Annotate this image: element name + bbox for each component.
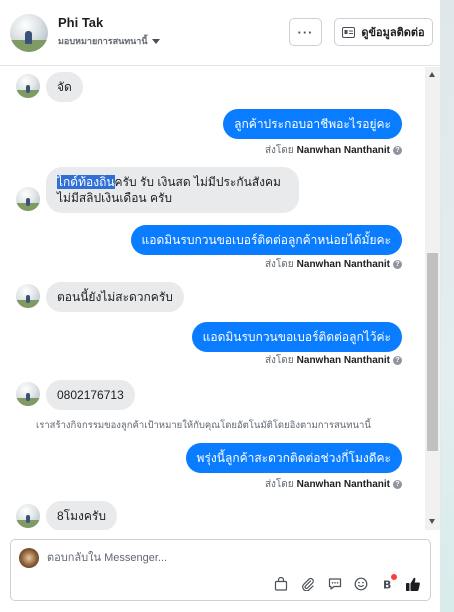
thumbs-up-icon[interactable] <box>405 576 421 592</box>
scroll-down-arrow-icon[interactable] <box>429 519 435 524</box>
message-thread: จัด ลูกค้าประกอบอาชีพอะไรอยู่คะ ส่งโดย N… <box>0 67 425 530</box>
message-scrollbar[interactable] <box>425 67 440 530</box>
sent-by-line: ส่งโดย Nanwhan Nanthanit ? <box>265 477 402 492</box>
sent-by-name: Nanwhan Nanthanit <box>296 145 390 156</box>
saved-reply-icon[interactable] <box>327 576 343 592</box>
incoming-message[interactable]: จัด <box>46 72 83 102</box>
more-options-button[interactable]: ··· <box>289 18 322 46</box>
details-label: ดูข้อมูลติดต่อ <box>361 27 425 39</box>
incoming-message[interactable]: 0802176713 <box>46 380 135 410</box>
outgoing-message[interactable]: พรุ่งนี้ลูกค้าสะดวกติดต่อช่วงกี่โมงดีคะ <box>185 443 402 473</box>
contact-card-icon <box>342 26 356 38</box>
outgoing-message[interactable]: ลูกค้าประกอบอาชีพอะไรอยู่คะ <box>223 109 402 139</box>
message-text: ครับ รับ เงินสด ไม่มีประกันสังคม <box>114 175 281 189</box>
view-contact-details-button[interactable]: ดูข้อมูลติดต่อ <box>334 18 433 46</box>
outgoing-message[interactable]: แอดมินรบกวนขอเบอร์ติดต่อลูกค้าหน่อยได้มั… <box>130 225 402 255</box>
scrollbar-thumb[interactable] <box>427 253 438 451</box>
reply-composer: B <box>10 539 431 601</box>
contact-avatar[interactable] <box>10 14 48 52</box>
sent-by-line: ส่งโดย Nanwhan Nanthanit ? <box>265 257 402 272</box>
reply-input[interactable] <box>47 550 407 566</box>
assign-conversation-dropdown[interactable]: มอบหมายการสนทนานี้ <box>58 34 160 48</box>
assign-label: มอบหมายการสนทนานี้ <box>58 36 148 46</box>
system-notice: เราสร้างกิจกรรมของลูกค้าเป้าหมายให้กับคุ… <box>36 420 371 431</box>
sent-by-line: ส่งโดย Nanwhan Nanthanit ? <box>265 143 402 158</box>
notification-dot <box>391 574 397 580</box>
paperclip-icon[interactable] <box>300 576 316 592</box>
crypto-icon[interactable]: B <box>379 574 397 592</box>
conversation-header: Phi Tak มอบหมายการสนทนานี้ ··· ดูข้อมูลต… <box>0 0 440 66</box>
sent-by-name: Nanwhan Nanthanit <box>296 479 390 490</box>
sender-avatar <box>16 382 40 406</box>
help-icon[interactable]: ? <box>393 480 402 489</box>
incoming-message[interactable]: ไกด์ท้องถิ่นครับ รับ เงินสด ไม่มีประกันส… <box>46 167 299 213</box>
scroll-up-arrow-icon[interactable] <box>429 72 435 77</box>
sent-by-name: Nanwhan Nanthanit <box>296 259 390 270</box>
page-background-edge <box>440 0 454 612</box>
help-icon[interactable]: ? <box>393 260 402 269</box>
sender-avatar <box>16 284 40 308</box>
sent-by-label: ส่งโดย <box>264 145 294 156</box>
help-icon[interactable]: ? <box>393 356 402 365</box>
conversation-panel: Phi Tak มอบหมายการสนทนานี้ ··· ดูข้อมูลต… <box>0 0 440 612</box>
sent-by-label: ส่งโดย <box>264 479 294 490</box>
message-text-line2: ไม่มีสลิปเงินเดือน ครับ <box>57 191 173 205</box>
caret-down-icon <box>151 38 160 44</box>
agent-avatar <box>19 548 39 568</box>
incoming-message[interactable]: ตอนนี้ยังไม่สะดวกครับ <box>46 282 184 312</box>
sender-avatar <box>16 187 40 211</box>
sent-by-line: ส่งโดย Nanwhan Nanthanit ? <box>265 353 402 368</box>
incoming-message[interactable]: 8โมงครับ <box>46 501 117 530</box>
selected-text: ไกด์ท้องถิ่น <box>57 175 115 189</box>
svg-text:B: B <box>383 579 391 592</box>
shopping-bag-icon[interactable] <box>273 576 289 592</box>
sender-avatar <box>16 74 40 98</box>
sent-by-label: ส่งโดย <box>264 259 294 270</box>
sender-avatar <box>16 504 40 528</box>
emoji-icon[interactable] <box>353 576 369 592</box>
contact-name[interactable]: Phi Tak <box>58 15 103 30</box>
sent-by-label: ส่งโดย <box>264 355 294 366</box>
sent-by-name: Nanwhan Nanthanit <box>296 355 390 366</box>
help-icon[interactable]: ? <box>393 146 402 155</box>
outgoing-message[interactable]: แอดมินรบกวนขอเบอร์ติดต่อลูกไว้ค่ะ <box>191 322 402 352</box>
